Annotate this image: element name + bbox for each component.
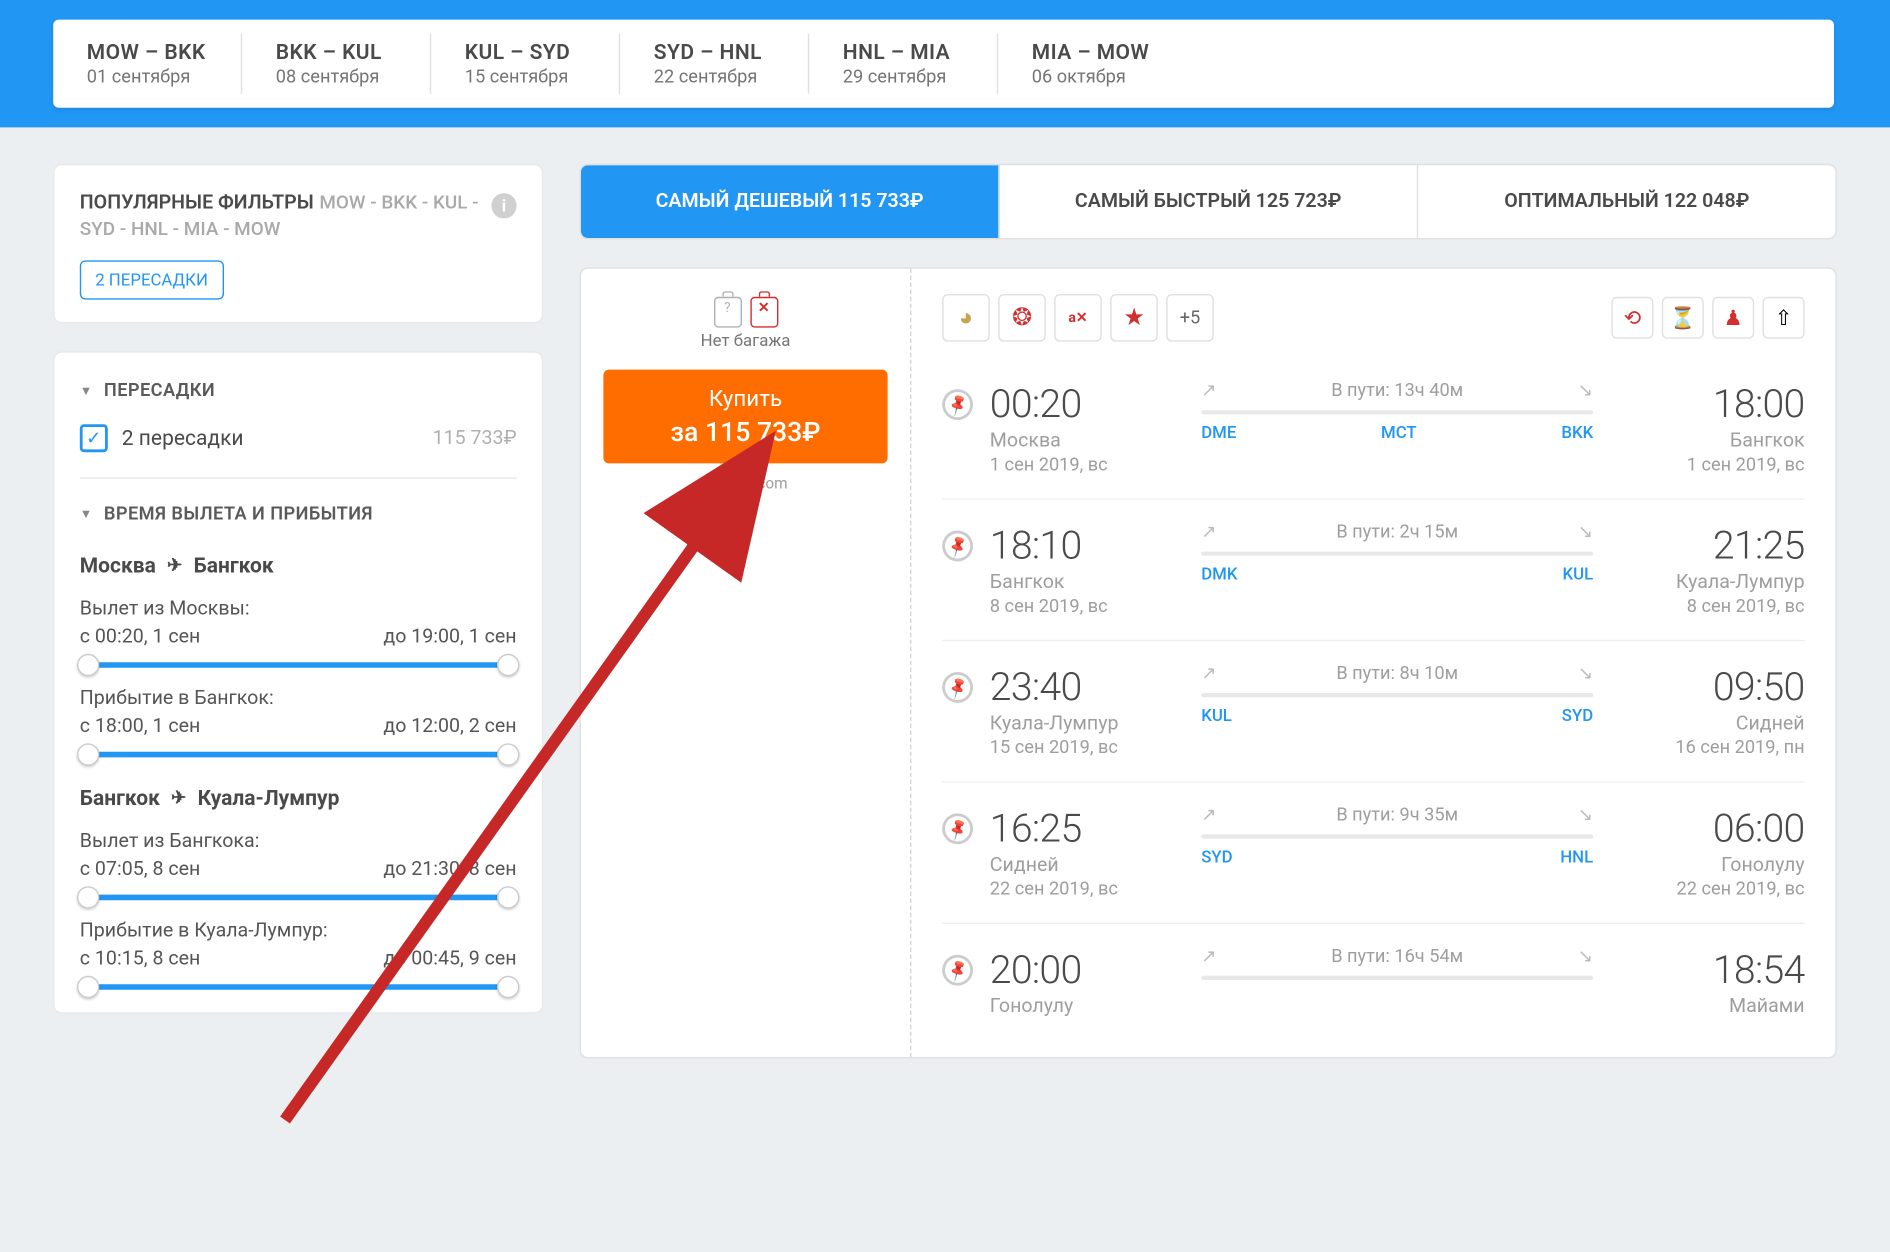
popular-filters-title: ПОПУЛЯРНЫЕ ФИЛЬТРЫ (80, 192, 314, 214)
filter-transfers-toggle[interactable]: ▼ ПЕРЕСАДКИ (80, 381, 517, 402)
plane-landing-icon: ↘ (1578, 664, 1593, 685)
slider-handle-max[interactable] (497, 743, 519, 765)
plane-takeoff-icon: ↗ (1201, 946, 1216, 967)
flight-segment[interactable]: 📌 00:20 Москва 1 сен 2019, вс ↗ В пути: … (942, 358, 1804, 499)
flight-segment[interactable]: 📌 20:00 Гонолулу ↗ В пути: 16ч 54м ↘ 18:… (942, 924, 1804, 1043)
plane-icon: ✈ (171, 788, 186, 809)
route-segment[interactable]: BKK – KUL08 сентября (242, 34, 431, 94)
tab-fastest[interactable]: САМЫЙ БЫСТРЫЙ 125 723₽ (1000, 165, 1419, 238)
slider-handle-min[interactable] (77, 654, 99, 676)
slider-dep-2[interactable] (80, 895, 517, 901)
airline-logo: ◕ (942, 294, 990, 342)
share-icon[interactable]: ⇧ (1763, 297, 1805, 339)
slider-handle-max[interactable] (497, 886, 519, 908)
route-segment[interactable]: KUL – SYD15 сентября (431, 34, 620, 94)
hourglass-icon[interactable]: ⏳ (1662, 297, 1704, 339)
popular-filters-card: ПОПУЛЯРНЫЕ ФИЛЬТРЫ MOW - BKK - KUL - SYD… (53, 164, 543, 324)
route-segment[interactable]: HNL – MIA29 сентября (809, 34, 998, 94)
plane-landing-icon: ↘ (1578, 946, 1593, 967)
route-segments: MOW – BKK01 сентябряBKK – KUL08 сентября… (53, 20, 1834, 108)
slider-handle-min[interactable] (77, 976, 99, 998)
plane-landing-icon: ↘ (1578, 381, 1593, 402)
tab-optimal[interactable]: ОПТИМАЛЬНЫЙ 122 048₽ (1418, 165, 1835, 238)
slider-handle-min[interactable] (77, 886, 99, 908)
slider-handle-max[interactable] (497, 976, 519, 998)
ticket-card: ? ✕ Нет багажа Купить за 115 733₽ на Kiw… (580, 267, 1837, 1058)
buy-button[interactable]: Купить за 115 733₽ (603, 370, 887, 464)
route-header: MOW – BKK01 сентябряBKK – KUL08 сентября… (0, 0, 1890, 127)
flight-segment[interactable]: 📌 23:40 Куала-Лумпур 15 сен 2019, вс ↗ В… (942, 641, 1804, 782)
flight-segment[interactable]: 📌 16:25 Сидней 22 сен 2019, вс ↗ В пути:… (942, 783, 1804, 924)
pin-icon[interactable]: 📌 (937, 666, 979, 708)
slider-handle-min[interactable] (77, 743, 99, 765)
pin-icon[interactable]: 📌 (937, 525, 979, 567)
plane-landing-icon: ↘ (1578, 805, 1593, 826)
slider-handle-max[interactable] (497, 654, 519, 676)
plane-icon: ✈ (167, 555, 182, 576)
via-text: на Kiwi.com (603, 475, 887, 493)
sort-tabs: САМЫЙ ДЕШЕВЫЙ 115 733₽ САМЫЙ БЫСТРЫЙ 125… (580, 164, 1837, 240)
plane-takeoff-icon: ↗ (1201, 664, 1216, 685)
tab-cheapest[interactable]: САМЫЙ ДЕШЕВЫЙ 115 733₽ (581, 165, 1000, 238)
route-segment[interactable]: SYD – HNL22 сентября (620, 34, 809, 94)
airline-logo: a✕ (1054, 294, 1102, 342)
slider-dep-label: Вылет из Москвы: (80, 598, 517, 620)
chevron-down-icon: ▼ (80, 384, 93, 399)
route-label-2: Бангкок ✈ Куала-Лумпур (80, 785, 517, 810)
baggage-text: Нет багажа (603, 330, 887, 350)
slider-dep-1[interactable] (80, 662, 517, 668)
pin-icon[interactable]: 📌 (937, 384, 979, 426)
plane-takeoff-icon: ↗ (1201, 522, 1216, 543)
checkbox-2-transfers[interactable] (80, 424, 108, 452)
pin-icon[interactable]: 📌 (937, 949, 979, 991)
info-icon[interactable]: i (491, 193, 516, 218)
route-label-1: Москва ✈ Бангкок (80, 553, 517, 578)
route-segment[interactable]: MOW – BKK01 сентября (53, 34, 242, 94)
plane-takeoff-icon: ↗ (1201, 805, 1216, 826)
refresh-icon[interactable]: ⟲ (1611, 297, 1653, 339)
flight-segment[interactable]: 📌 18:10 Бангкок 8 сен 2019, вс ↗ В пути:… (942, 500, 1804, 641)
slider-arr-label: Прибытие в Бангкок: (80, 687, 517, 709)
route-segment[interactable]: MIA – MOW06 октября (998, 34, 1187, 94)
airline-logo: ★ (1110, 294, 1158, 342)
chevron-down-icon: ▼ (80, 507, 93, 522)
checkbox-price: 115 733₽ (433, 427, 517, 449)
no-baggage-icon: ✕ (750, 297, 778, 328)
carry-on-icon: ? (713, 297, 741, 328)
pin-icon[interactable]: 📌 (937, 808, 979, 850)
filters-card: ▼ ПЕРЕСАДКИ 2 пересадки 115 733₽ ▼ ВРЕМЯ… (53, 351, 543, 1013)
slider-arr-2[interactable] (80, 984, 517, 990)
plane-takeoff-icon: ↗ (1201, 381, 1216, 402)
plane-landing-icon: ↘ (1578, 522, 1593, 543)
airline-logo: ❂ (998, 294, 1046, 342)
ticket-buy-panel: ? ✕ Нет багажа Купить за 115 733₽ на Kiw… (581, 269, 911, 1057)
checkbox-label: 2 пересадки (122, 426, 433, 451)
filter-times-toggle[interactable]: ▼ ВРЕМЯ ВЫЛЕТА И ПРИБЫТИЯ (80, 504, 517, 525)
seat-icon[interactable]: ♟ (1712, 297, 1754, 339)
filter-chip-transfers[interactable]: 2 ПЕРЕСАДКИ (80, 260, 224, 299)
more-airlines[interactable]: +5 (1166, 294, 1214, 342)
slider-arr-1[interactable] (80, 752, 517, 758)
